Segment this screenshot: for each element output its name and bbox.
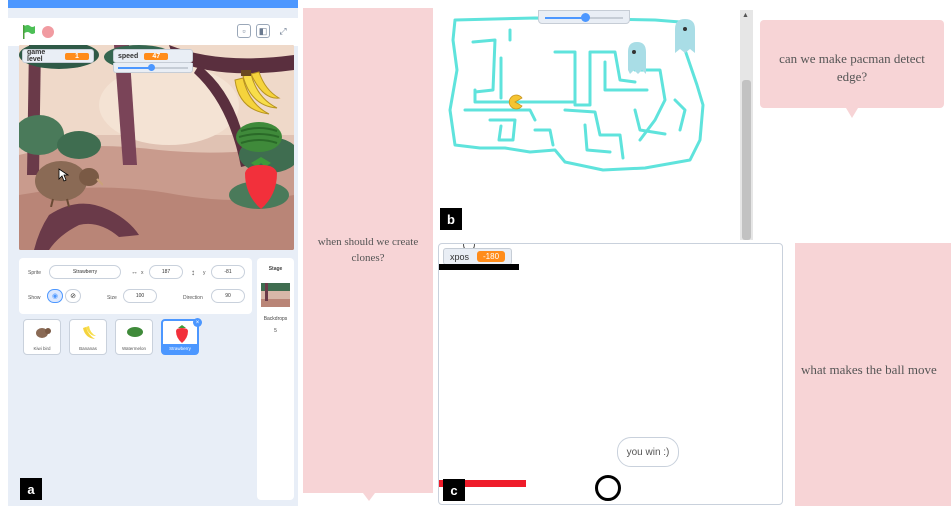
panel-a-label: a (20, 478, 42, 500)
stop-icon[interactable] (42, 26, 54, 38)
sprite-tile-bananas[interactable]: Bananas (69, 319, 107, 355)
sprite-tile-watermelon[interactable]: Watermelon (115, 319, 153, 355)
scrollbar-thumb[interactable] (742, 80, 751, 240)
ball-sprite[interactable] (595, 475, 621, 501)
top-paddle-sprite[interactable] (439, 264, 519, 270)
sprite-label: Sprite (28, 270, 42, 276)
sprite-tile-name: Kiwi bird (33, 346, 51, 351)
delete-sprite-icon[interactable]: × (193, 318, 202, 327)
show-hidden-icon[interactable]: ⊘ (65, 289, 81, 303)
panel-b-pacman-stage: ▲ b (435, 10, 753, 240)
backdrop-thumbnail (261, 283, 290, 307)
top-slider-monitor[interactable] (538, 10, 630, 24)
sprite-tile-name: Watermelon (121, 346, 147, 351)
sprite-info-panel: Sprite Strawberry ↔ x 187 ↕ y -81 Show ◉… (19, 258, 252, 314)
size-label: Size (107, 295, 117, 301)
x-field[interactable]: 187 (149, 265, 183, 279)
xpos-monitor: xpos -180 (443, 248, 513, 265)
monitor-value: 1 (65, 52, 89, 60)
watermelon-thumb-icon (127, 327, 143, 337)
normal-stage-icon[interactable]: ◧ (256, 24, 270, 38)
sprite-list: Kiwi bird Bananas Watermelon × Strawberr… (19, 315, 252, 500)
speech-bubble: you win :) (617, 437, 679, 467)
stage-canvas[interactable]: game level 1 speed 47 (19, 45, 294, 250)
speed-monitor: speed 47 (113, 49, 193, 63)
comment-bubble-top-right: can we make pacman detect edge? (760, 20, 944, 108)
sprite-name-field[interactable]: Strawberry (49, 265, 121, 279)
slider-knob[interactable] (147, 64, 155, 71)
speed-slider[interactable] (113, 63, 193, 73)
menu-bar (8, 0, 298, 8)
size-field[interactable]: 100 (123, 289, 157, 303)
sprite-tile-strawberry[interactable]: × Strawberry (161, 318, 202, 355)
monitor-value: 47 (144, 52, 169, 60)
bananas-thumb-icon (83, 326, 96, 339)
comment-bubble-left: when should we create clones? (303, 8, 433, 493)
monitor-label: game level (27, 49, 46, 63)
monitor-value: -180 (477, 251, 506, 262)
comment-tail (846, 108, 858, 118)
panel-c-label: c (443, 479, 465, 501)
watermelon-sprite[interactable] (235, 121, 283, 153)
x-label: x (141, 270, 144, 276)
ghost-sprite-2[interactable] (673, 17, 697, 57)
stage-controls: ▫ ◧ ⤢ (8, 18, 298, 46)
sprite-tile-name: Bananas (79, 346, 97, 351)
kiwi-bird-sprite[interactable] (33, 157, 103, 207)
strawberry-thumb-icon (176, 325, 188, 343)
comment-text: what makes the ball move (801, 362, 937, 377)
fullscreen-icon[interactable]: ⤢ (276, 24, 290, 38)
slider-fill (545, 17, 585, 19)
direction-field[interactable]: 90 (211, 289, 245, 303)
direction-label: Direction (183, 295, 203, 301)
pacman-sprite[interactable] (507, 94, 523, 110)
sprite-tile-kiwi-bird[interactable]: Kiwi bird (23, 319, 61, 355)
panel-b-label: b (440, 208, 462, 230)
green-flag-icon[interactable] (22, 24, 36, 40)
show-label: Show (28, 295, 41, 301)
panel-c-ball-game: xpos -180 you win :) c (438, 243, 783, 505)
backdrops-label: Backdrops (263, 316, 288, 322)
slider-knob[interactable] (581, 13, 590, 22)
ghost-sprite-1[interactable] (626, 40, 648, 78)
panel-a-scratch-editor: ▫ ◧ ⤢ game level 1 speed 47 Sprite Straw… (8, 0, 298, 506)
comment-text: can we make pacman detect edge? (779, 51, 925, 84)
bananas-sprite[interactable] (229, 70, 281, 118)
comment-bubble-bottom-right: what makes the ball move (795, 243, 951, 506)
strawberry-sprite[interactable] (243, 155, 279, 211)
stage-selector-panel[interactable]: Stage Backdrops 5 (257, 258, 294, 500)
monitor-label: xpos (450, 251, 470, 262)
stage-panel-title: Stage (268, 266, 283, 272)
comment-text: when should we create clones? (317, 236, 419, 264)
monitor-label: speed (118, 52, 139, 60)
x-arrows-icon: ↔ (131, 269, 138, 276)
small-stage-icon[interactable]: ▫ (237, 24, 251, 38)
show-visible-icon[interactable]: ◉ (47, 289, 63, 303)
slider-fill (118, 67, 151, 69)
comment-tail (363, 493, 375, 501)
sprite-tile-name: Strawberry (163, 344, 197, 353)
scroll-up-icon[interactable]: ▲ (742, 12, 749, 19)
y-arrows-icon: ↕ (191, 268, 195, 277)
backdrops-count: 5 (274, 328, 277, 334)
kiwi-bird-thumb-icon (36, 328, 51, 338)
y-field[interactable]: -81 (211, 265, 245, 279)
y-label: y (203, 270, 206, 276)
game-level-monitor: game level 1 (22, 49, 94, 63)
